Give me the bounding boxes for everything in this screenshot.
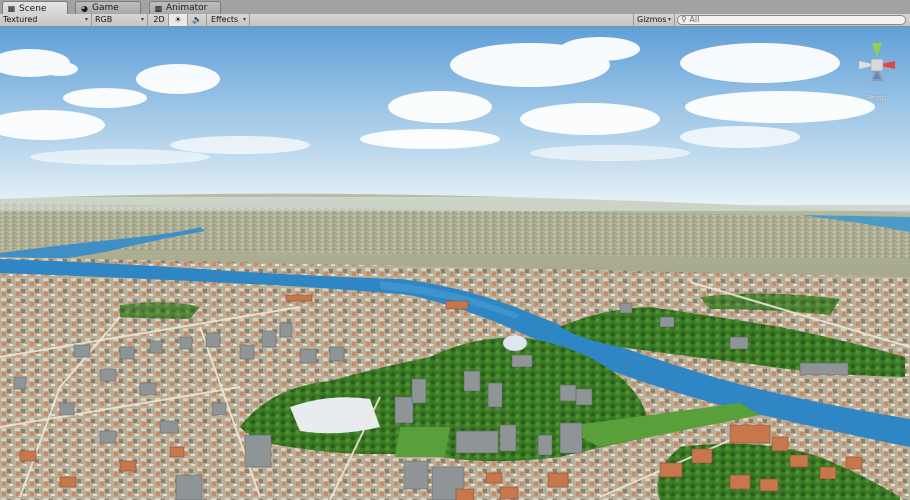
- axis-gizmo-icon[interactable]: [853, 41, 901, 101]
- mode-2d-button[interactable]: 2D: [150, 14, 169, 26]
- search-input[interactable]: ⚲ All: [677, 15, 906, 25]
- scene-viewport[interactable]: Persp: [0, 27, 910, 500]
- gizmos-dropdown[interactable]: Gizmos ▾: [633, 14, 675, 26]
- game-icon: ◕: [81, 3, 88, 13]
- render-mode-dropdown[interactable]: RGB ▾: [92, 14, 148, 26]
- effects-dropdown[interactable]: Effects ▾: [208, 14, 250, 26]
- tab-game-label: Game: [92, 3, 119, 13]
- chevron-down-icon: ▾: [667, 16, 671, 23]
- chevron-down-icon: ▾: [84, 16, 88, 23]
- mode-2d-label: 2D: [153, 15, 165, 24]
- city-render: [0, 27, 910, 500]
- chevron-down-icon: ▾: [242, 16, 246, 23]
- tab-scene-label: Scene: [19, 3, 47, 14]
- tab-scene[interactable]: ▦ Scene: [2, 1, 68, 15]
- tab-game[interactable]: ◕ Game: [75, 1, 141, 14]
- speaker-icon: 🔈: [192, 15, 202, 24]
- audio-toggle[interactable]: 🔈: [188, 14, 207, 26]
- search-icon: ⚲: [681, 15, 687, 24]
- tab-animator[interactable]: ▩ Animator: [149, 1, 221, 14]
- effects-label: Effects: [211, 15, 239, 24]
- search-placeholder: All: [689, 15, 700, 24]
- chevron-down-icon: ▾: [140, 16, 144, 23]
- draw-mode-dropdown[interactable]: Textured ▾: [0, 14, 92, 26]
- sun-icon: ☀: [174, 15, 182, 24]
- projection-label[interactable]: Persp: [867, 94, 886, 102]
- scene-icon: ▦: [7, 4, 16, 13]
- animator-icon: ▩: [154, 3, 163, 13]
- tab-animator-label: Animator: [166, 3, 208, 13]
- lighting-toggle[interactable]: ☀: [169, 14, 188, 26]
- scene-toolbar: Textured ▾ RGB ▾ 2D ☀ 🔈 Effects ▾ Gizmos…: [0, 14, 910, 27]
- gizmos-label: Gizmos: [637, 15, 667, 24]
- draw-mode-label: Textured: [3, 15, 38, 24]
- render-mode-label: RGB: [95, 15, 113, 24]
- tab-bar: ▦ Scene ◕ Game ▩ Animator: [0, 0, 910, 15]
